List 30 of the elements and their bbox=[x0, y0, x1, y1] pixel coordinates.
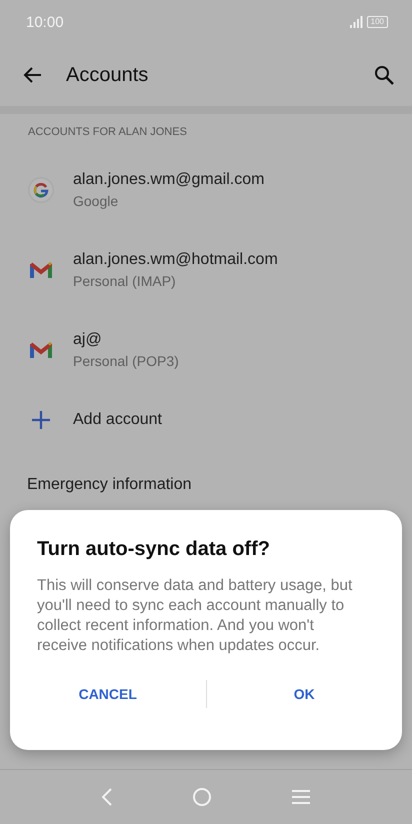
account-item[interactable]: aj@ Personal (POP3) bbox=[0, 310, 412, 390]
dialog-title: Turn auto-sync data off? bbox=[37, 538, 271, 561]
battery-indicator: 100 bbox=[366, 16, 388, 28]
section-header: ACCOUNTS FOR ALAN JONES bbox=[27, 125, 188, 140]
google-g-icon bbox=[26, 176, 54, 204]
account-email: alan.jones.wm@hotmail.com bbox=[73, 251, 278, 269]
circle-icon bbox=[192, 787, 212, 807]
account-type: Google bbox=[73, 193, 120, 209]
ok-button[interactable]: OK bbox=[206, 676, 402, 712]
dialog-message: This will conserve data and battery usage, but you'll need to sync each account manually to collect recent information. And you won't receive notifications when updates occur. bbox=[37, 576, 354, 656]
screen-title: Accounts bbox=[66, 64, 148, 86]
mail-m-icon bbox=[30, 262, 52, 278]
account-item[interactable]: alan.jones.wm@hotmail.com Personal (IMAP) bbox=[0, 230, 412, 310]
account-item[interactable]: alan.jones.wm@gmail.com Google bbox=[0, 150, 412, 230]
plus-icon bbox=[32, 411, 50, 429]
add-account-item[interactable]: Add account bbox=[0, 390, 412, 450]
mail-m-icon bbox=[30, 342, 52, 358]
cancel-button[interactable]: CANCEL bbox=[10, 676, 206, 712]
add-account-label: Add account bbox=[73, 411, 162, 429]
back-arrow-icon bbox=[22, 66, 42, 84]
menu-icon bbox=[292, 790, 310, 804]
account-email: alan.jones.wm@gmail.com bbox=[73, 171, 264, 189]
search-icon bbox=[374, 65, 394, 85]
account-type: Personal (POP3) bbox=[73, 353, 179, 369]
emergency-information-item[interactable]: Emergency information bbox=[0, 450, 412, 494]
clock: 10:00 bbox=[26, 14, 64, 30]
account-type: Personal (IMAP) bbox=[73, 273, 177, 289]
signal-icon bbox=[348, 16, 363, 28]
back-chevron-icon bbox=[102, 788, 112, 806]
account-email: aj@ bbox=[73, 331, 103, 349]
